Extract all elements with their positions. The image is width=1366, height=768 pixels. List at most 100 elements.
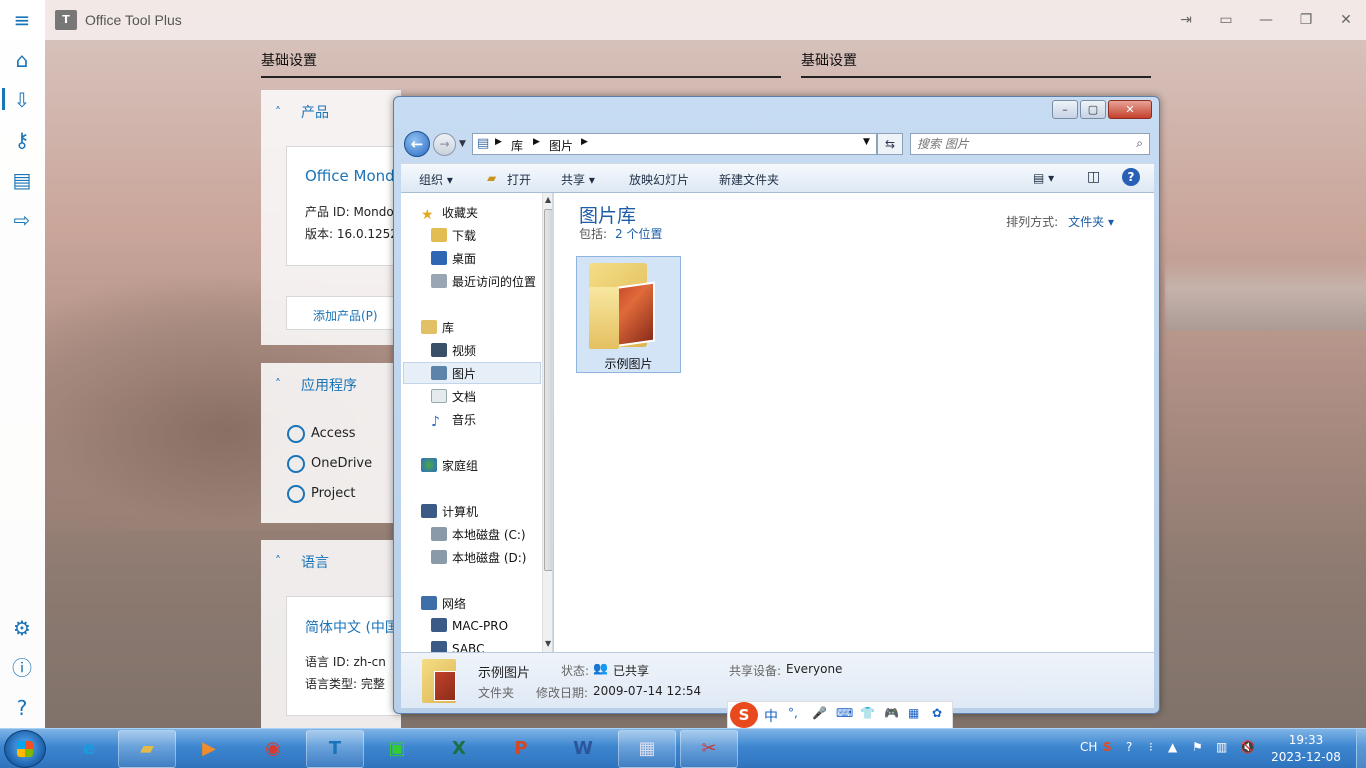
explorer-close-button[interactable]: ✕: [1108, 100, 1152, 119]
language-card[interactable]: 简体中文 (中国 语言 ID: zh-cn 语言类型: 完整: [286, 596, 401, 716]
back-button[interactable]: ←: [404, 131, 430, 157]
toolbox-icon[interactable]: ▤: [10, 168, 34, 192]
explorer-maximize-button[interactable]: ▢: [1080, 100, 1106, 119]
help-tray-icon[interactable]: ?: [1126, 740, 1132, 754]
ime-keyboard-icon[interactable]: ⌨: [836, 706, 853, 720]
view-options-icon[interactable]: ▤ ▾: [1033, 171, 1054, 185]
volume-muted-icon[interactable]: 🔇: [1240, 740, 1255, 754]
home-icon[interactable]: ⌂: [10, 48, 34, 72]
radio-onedrive[interactable]: [287, 455, 305, 473]
preview-pane-icon[interactable]: ◫: [1087, 169, 1100, 185]
scroll-down-icon[interactable]: ▼: [545, 639, 551, 648]
menu-icon[interactable]: ≡: [10, 8, 34, 32]
ie-taskbar-button[interactable]: e: [60, 730, 118, 768]
deploy-icon[interactable]: ⇩: [10, 88, 34, 112]
collapse-chevron-icon[interactable]: ˄: [275, 377, 281, 391]
nav-disk-c[interactable]: 本地磁盘 (C:): [431, 526, 526, 548]
excel-taskbar-button[interactable]: X: [430, 730, 488, 768]
nav-documents[interactable]: 文档: [431, 388, 476, 410]
slideshow-button[interactable]: 放映幻灯片: [629, 171, 689, 188]
nav-desktop[interactable]: 桌面: [431, 250, 476, 272]
feedback-button[interactable]: ▭: [1216, 10, 1236, 30]
nav-favorites[interactable]: ★ 收藏夹: [421, 204, 478, 226]
language-header: 语言: [301, 555, 329, 571]
close-button[interactable]: ✕: [1336, 10, 1356, 30]
sogou-logo-icon[interactable]: S: [730, 702, 758, 728]
nav-recent[interactable]: 最近访问的位置: [431, 273, 536, 295]
ime-chinese-mode[interactable]: 中: [764, 706, 778, 726]
explorer-minimize-button[interactable]: –: [1052, 100, 1078, 119]
start-button[interactable]: [4, 730, 46, 768]
sogou-tray-icon[interactable]: S: [1103, 740, 1112, 754]
nav-scrollbar[interactable]: ▲ ▼: [542, 193, 552, 652]
open-button[interactable]: 打开: [507, 171, 531, 188]
organize-button[interactable]: 组织 ▾: [419, 171, 453, 188]
folder-tile[interactable]: 示例图片: [576, 256, 681, 373]
language-indicator[interactable]: CH: [1080, 740, 1097, 754]
control-panel-taskbar-button[interactable]: ▦: [618, 730, 676, 768]
ime-tools-icon[interactable]: ▦: [908, 706, 919, 720]
show-hidden-icons[interactable]: ▲: [1168, 740, 1177, 754]
nav-homegroup[interactable]: 家庭组: [421, 457, 478, 479]
nav-sabc[interactable]: SABC: [431, 641, 484, 652]
clock[interactable]: 19:33 2023-12-08: [1268, 732, 1344, 766]
action-center-icon[interactable]: ⚑: [1192, 740, 1203, 754]
search-box[interactable]: ⌕: [910, 133, 1150, 155]
refresh-button[interactable]: ⇆: [877, 133, 903, 155]
ime-game-icon[interactable]: 🎮: [884, 706, 899, 720]
share-button[interactable]: 共享 ▾: [561, 171, 595, 188]
convert-icon[interactable]: ⇨: [10, 208, 34, 232]
scroll-up-icon[interactable]: ▲: [545, 195, 551, 204]
help-icon[interactable]: ?: [10, 696, 34, 720]
ime-voice-icon[interactable]: 🎤: [812, 706, 827, 720]
ime-settings-icon[interactable]: ✿: [932, 706, 942, 720]
explorer-taskbar-button[interactable]: ▰: [118, 730, 176, 768]
radio-project[interactable]: [287, 485, 305, 503]
network-tray-icon[interactable]: ▥: [1216, 740, 1227, 754]
settings-icon[interactable]: ⚙: [10, 616, 34, 640]
arrange-dropdown[interactable]: 文件夹 ▾: [1068, 215, 1114, 229]
ime-punctuation-icon[interactable]: °,: [788, 706, 798, 720]
show-desktop-button[interactable]: [1356, 729, 1366, 768]
new-folder-button[interactable]: 新建文件夹: [719, 171, 779, 188]
app-label-access: Access: [311, 426, 356, 441]
nav-libraries[interactable]: 库: [421, 319, 454, 341]
sidebar-toggle-button[interactable]: ⇥: [1176, 10, 1196, 30]
restore-button[interactable]: ❐: [1296, 10, 1316, 30]
radio-access[interactable]: [287, 425, 305, 443]
nav-music[interactable]: ♪ 音乐: [431, 411, 476, 433]
includes-locations-link[interactable]: 2 个位置: [615, 227, 662, 241]
nav-network[interactable]: 网络: [421, 595, 466, 617]
nav-scrollbar-thumb[interactable]: [544, 209, 552, 571]
minimize-button[interactable]: —: [1256, 10, 1276, 30]
word-taskbar-button[interactable]: W: [554, 730, 612, 768]
address-dropdown-icon[interactable]: ▼: [863, 137, 870, 147]
media-player-taskbar-button[interactable]: ▶: [180, 730, 238, 768]
snipping-tool-taskbar-button[interactable]: ✂: [680, 730, 738, 768]
office-tool-plus-taskbar-button[interactable]: T: [306, 730, 364, 768]
nav-downloads[interactable]: 下载: [431, 227, 476, 249]
ime-skin-icon[interactable]: 👕: [860, 706, 875, 720]
forward-button[interactable]: →: [433, 133, 456, 156]
collapse-chevron-icon[interactable]: ˄: [275, 105, 281, 119]
breadcrumb-pictures[interactable]: 图片: [549, 137, 573, 154]
powerpoint-taskbar-button[interactable]: P: [492, 730, 550, 768]
nav-disk-d[interactable]: 本地磁盘 (D:): [431, 549, 526, 571]
add-product-button[interactable]: 添加产品(P): [286, 296, 401, 330]
nav-mac-pro[interactable]: MAC-PRO: [431, 618, 508, 640]
nav-videos[interactable]: 视频: [431, 342, 476, 364]
monitor-taskbar-button[interactable]: ▣: [368, 730, 426, 768]
ime-options-icon[interactable]: ⁝: [1149, 740, 1153, 754]
breadcrumb-libraries[interactable]: 库: [511, 137, 523, 154]
info-icon[interactable]: ⓘ: [10, 656, 34, 680]
collapse-chevron-icon[interactable]: ˄: [275, 554, 281, 568]
nav-computer[interactable]: 计算机: [421, 503, 478, 525]
history-dropdown-icon[interactable]: ▼: [459, 139, 466, 149]
nav-pictures[interactable]: 图片: [431, 365, 476, 387]
chrome-taskbar-button[interactable]: ◉: [244, 730, 302, 768]
search-input[interactable]: [917, 136, 1117, 152]
product-card[interactable]: Office Mondo 产品 ID: Mondo 版本: 16.0.1252: [286, 146, 404, 266]
help-icon[interactable]: ?: [1122, 168, 1140, 186]
address-bar[interactable]: ▤ ▶ 库 ▶ 图片 ▶ ▼: [472, 133, 877, 155]
key-icon[interactable]: ⚷: [10, 128, 34, 152]
